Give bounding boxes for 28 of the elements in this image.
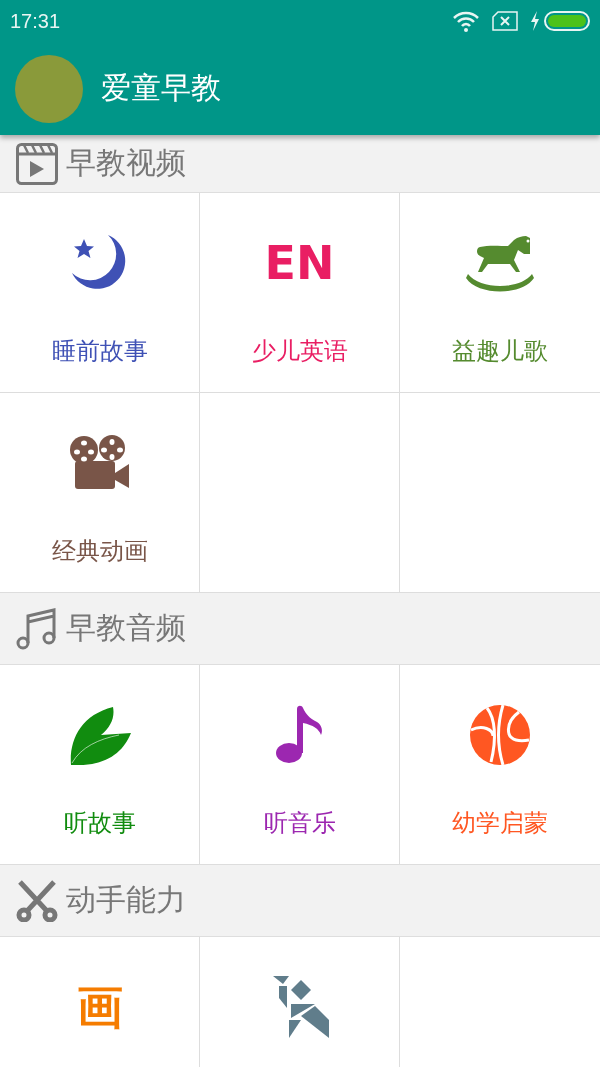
battery-icon [544, 11, 590, 31]
category-tile[interactable]: 益趣儿歌 [400, 193, 600, 393]
text-icon: EN [264, 240, 335, 286]
section-title: 动手能力 [66, 881, 186, 919]
category-label: 益趣儿歌 [452, 336, 548, 367]
category-label: 睡前故事 [51, 336, 148, 367]
section-title: 早教视频 [66, 144, 186, 182]
category-tile[interactable]: 睡前故事 [0, 193, 200, 393]
charging-bolt-icon [530, 11, 540, 31]
status-time: 17:31 [10, 9, 61, 33]
no-sim-icon [492, 11, 518, 31]
video-icon [16, 142, 58, 185]
category-tile[interactable]: 幼学启蒙 [400, 665, 600, 865]
category-tile[interactable]: 听故事 [0, 665, 200, 865]
category-label: 少儿英语 [251, 336, 348, 367]
category-tile[interactable]: EN 少儿英语 [200, 193, 400, 393]
text-icon: 画 [76, 984, 123, 1030]
category-label: 听故事 [63, 808, 136, 839]
category-tile[interactable]: 画 [0, 937, 200, 1067]
app-title: 爱童早教 [101, 69, 221, 107]
category-label: 经典动画 [51, 536, 148, 567]
wifi-icon [452, 10, 480, 32]
category-label: 幼学启蒙 [452, 808, 548, 839]
section-title: 早教音频 [66, 609, 186, 647]
scissors-icon [16, 879, 58, 922]
music-notes-icon [16, 607, 58, 650]
category-tile[interactable]: 经典动画 [0, 393, 200, 593]
category-label: 听音乐 [263, 808, 336, 839]
